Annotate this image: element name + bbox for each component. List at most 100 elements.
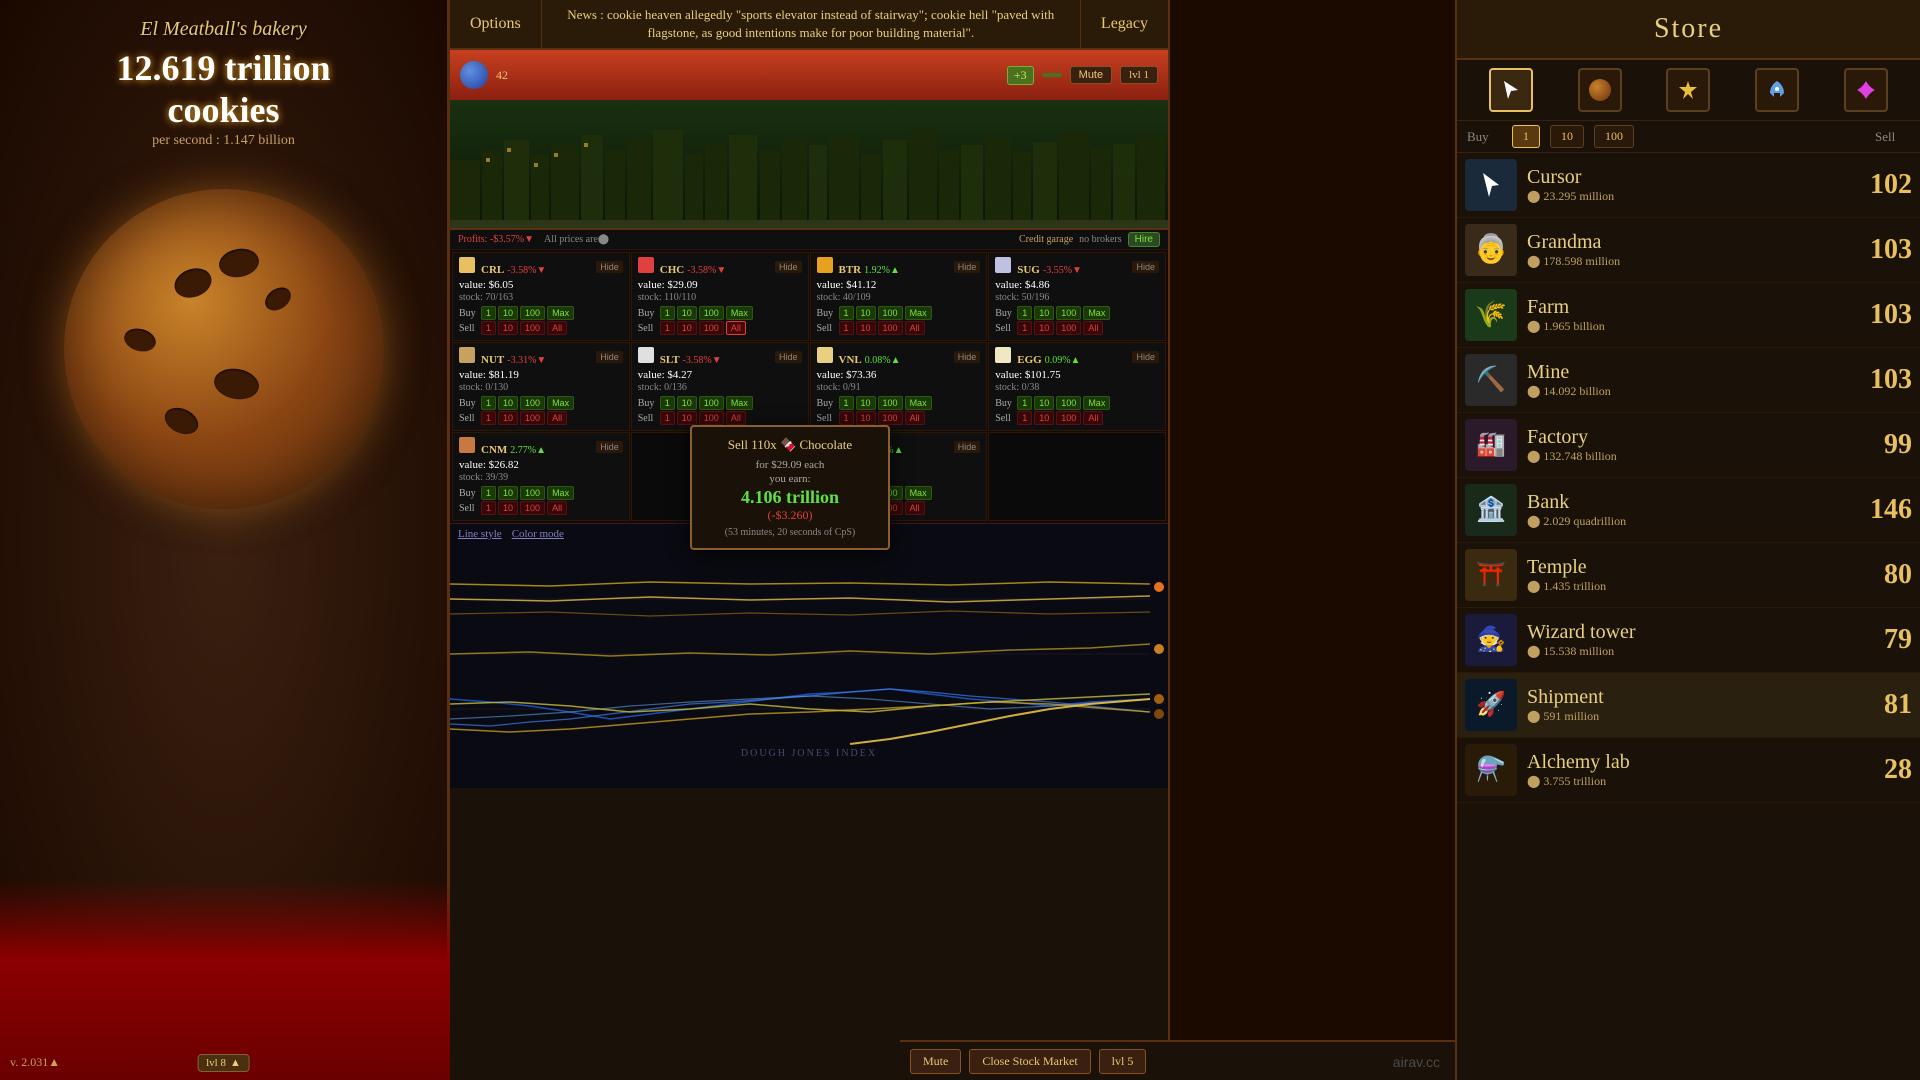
- sell-10-chc[interactable]: 10: [677, 321, 697, 335]
- buy-10-sug[interactable]: 10: [1034, 306, 1054, 320]
- buy-100-crl[interactable]: 100: [520, 306, 545, 320]
- buy-max-vnl[interactable]: Max: [905, 396, 932, 410]
- buy-1-egg[interactable]: 1: [1017, 396, 1032, 410]
- buy-100-btn[interactable]: 100: [1594, 125, 1634, 148]
- buy-1-crl[interactable]: 1: [481, 306, 496, 320]
- cookie-clickable[interactable]: .cursor-ring-svg { position:absolute; to…: [44, 169, 404, 529]
- store-list[interactable]: Cursor ⬤ 23.295 million 102 👵 Grandma ⬤ …: [1457, 153, 1920, 1053]
- cursor-icon-btn[interactable]: [1489, 68, 1533, 112]
- sell-10-crl[interactable]: 10: [498, 321, 518, 335]
- stock-hide-crl[interactable]: Hide: [596, 261, 623, 273]
- sell-all-crl[interactable]: All: [547, 321, 567, 335]
- sell-all-chc[interactable]: All: [726, 321, 746, 335]
- sell-10-cnm[interactable]: 10: [498, 501, 518, 515]
- buy-10-egg[interactable]: 10: [1034, 396, 1054, 410]
- buy-100-vnl[interactable]: 100: [878, 396, 903, 410]
- stock-hide-cnm[interactable]: Hide: [596, 441, 623, 453]
- buy-max-nut[interactable]: Max: [547, 396, 574, 410]
- sell-all-slt[interactable]: All: [726, 411, 746, 425]
- buy-max-crl[interactable]: Max: [547, 306, 574, 320]
- stock-hide-crm[interactable]: Hide: [954, 441, 981, 453]
- buy-1-btn[interactable]: 1: [1512, 125, 1540, 148]
- legacy-button[interactable]: Legacy: [1080, 0, 1168, 48]
- stock-hide-egg[interactable]: Hide: [1132, 351, 1159, 363]
- buy-100-slt[interactable]: 100: [699, 396, 724, 410]
- store-item-bank[interactable]: 🏦 Bank ⬤ 2.029 quadrillion 146: [1457, 478, 1920, 543]
- buy-100-cnm[interactable]: 100: [520, 486, 545, 500]
- level-button-bottom[interactable]: lvl 5: [1099, 1049, 1147, 1074]
- line-style-button[interactable]: Line style: [458, 528, 502, 540]
- store-item-grandma[interactable]: 👵 Grandma ⬤ 178.598 million 103: [1457, 218, 1920, 283]
- stock-hide-slt[interactable]: Hide: [775, 351, 802, 363]
- sell-10-sug[interactable]: 10: [1034, 321, 1054, 335]
- buy-max-btr[interactable]: Max: [905, 306, 932, 320]
- mute-button-top[interactable]: Mute: [1070, 66, 1112, 84]
- sell-1-crl[interactable]: 1: [481, 321, 496, 335]
- buy-max-chc[interactable]: Max: [726, 306, 753, 320]
- mute-button-bottom[interactable]: Mute: [910, 1049, 961, 1074]
- buy-1-vnl[interactable]: 1: [839, 396, 854, 410]
- buy-100-nut[interactable]: 100: [520, 396, 545, 410]
- sell-100-slt[interactable]: 100: [699, 411, 724, 425]
- sell-100-sug[interactable]: 100: [1056, 321, 1081, 335]
- sell-all-sug[interactable]: All: [1083, 321, 1103, 335]
- buy-max-crm[interactable]: Max: [905, 486, 932, 500]
- star-icon-btn[interactable]: [1666, 68, 1710, 112]
- sell-1-vnl[interactable]: 1: [839, 411, 854, 425]
- store-item-wizard[interactable]: 🧙 Wizard tower ⬤ 15.538 million 79: [1457, 608, 1920, 673]
- buy-10-btr[interactable]: 10: [856, 306, 876, 320]
- buy-10-cnm[interactable]: 10: [498, 486, 518, 500]
- store-item-factory[interactable]: 🏭 Factory ⬤ 132.748 billion 99: [1457, 413, 1920, 478]
- sell-100-btr[interactable]: 100: [878, 321, 903, 335]
- buy-100-sug[interactable]: 100: [1056, 306, 1081, 320]
- sell-10-slt[interactable]: 10: [677, 411, 697, 425]
- sell-all-cnm[interactable]: All: [547, 501, 567, 515]
- store-item-alchemy[interactable]: ⚗️ Alchemy lab ⬤ 3.755 trillion 28: [1457, 738, 1920, 803]
- buy-max-slt[interactable]: Max: [726, 396, 753, 410]
- sell-all-vnl[interactable]: All: [905, 411, 925, 425]
- buy-max-sug[interactable]: Max: [1083, 306, 1110, 320]
- buy-10-vnl[interactable]: 10: [856, 396, 876, 410]
- options-button[interactable]: Options: [450, 0, 542, 48]
- store-item-cursor[interactable]: Cursor ⬤ 23.295 million 102: [1457, 153, 1920, 218]
- buy-100-chc[interactable]: 100: [699, 306, 724, 320]
- store-item-farm[interactable]: 🌾 Farm ⬤ 1.965 billion 103: [1457, 283, 1920, 348]
- cookie-icon-btn[interactable]: [1578, 68, 1622, 112]
- stock-hide-sug[interactable]: Hide: [1132, 261, 1159, 273]
- hire-button[interactable]: Hire: [1128, 232, 1160, 247]
- buy-10-slt[interactable]: 10: [677, 396, 697, 410]
- sell-100-egg[interactable]: 100: [1056, 411, 1081, 425]
- stock-hide-nut[interactable]: Hide: [596, 351, 623, 363]
- sell-1-cnm[interactable]: 1: [481, 501, 496, 515]
- sell-all-crm[interactable]: All: [905, 501, 925, 515]
- sell-all-nut[interactable]: All: [547, 411, 567, 425]
- stock-hide-vnl[interactable]: Hide: [954, 351, 981, 363]
- buy-100-egg[interactable]: 100: [1056, 396, 1081, 410]
- sell-1-nut[interactable]: 1: [481, 411, 496, 425]
- buy-10-chc[interactable]: 10: [677, 306, 697, 320]
- sell-1-slt[interactable]: 1: [660, 411, 675, 425]
- sell-10-egg[interactable]: 10: [1034, 411, 1054, 425]
- sell-100-cnm[interactable]: 100: [520, 501, 545, 515]
- sell-100-nut[interactable]: 100: [520, 411, 545, 425]
- sell-100-vnl[interactable]: 100: [878, 411, 903, 425]
- buy-1-slt[interactable]: 1: [660, 396, 675, 410]
- sell-all-btr[interactable]: All: [905, 321, 925, 335]
- sell-10-nut[interactable]: 10: [498, 411, 518, 425]
- sell-1-chc[interactable]: 1: [660, 321, 675, 335]
- buy-1-nut[interactable]: 1: [481, 396, 496, 410]
- sell-100-crl[interactable]: 100: [520, 321, 545, 335]
- store-item-mine[interactable]: ⛏️ Mine ⬤ 14.092 billion 103: [1457, 348, 1920, 413]
- stock-hide-btr[interactable]: Hide: [954, 261, 981, 273]
- buy-max-cnm[interactable]: Max: [547, 486, 574, 500]
- magic-icon-btn[interactable]: [1844, 68, 1888, 112]
- buy-1-btr[interactable]: 1: [839, 306, 854, 320]
- stock-hide-chc[interactable]: Hide: [775, 261, 802, 273]
- buy-10-btn[interactable]: 10: [1550, 125, 1584, 148]
- sell-10-btr[interactable]: 10: [856, 321, 876, 335]
- buy-max-egg[interactable]: Max: [1083, 396, 1110, 410]
- sell-100-chc[interactable]: 100: [699, 321, 724, 335]
- sell-1-sug[interactable]: 1: [1017, 321, 1032, 335]
- sell-10-vnl[interactable]: 10: [856, 411, 876, 425]
- sell-all-egg[interactable]: All: [1083, 411, 1103, 425]
